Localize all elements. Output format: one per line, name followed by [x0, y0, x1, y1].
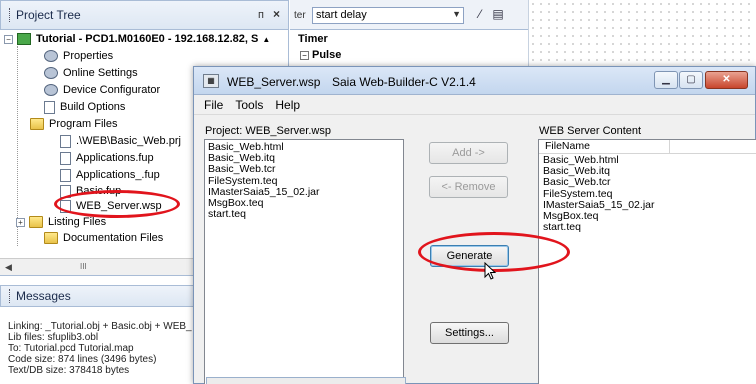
tree-item-build-options[interactable]: Build Options	[44, 99, 125, 115]
mouse-cursor-icon	[484, 262, 497, 280]
tree-item-label: Basic.fup	[76, 185, 122, 197]
window-file-title: WEB_Server.wsp	[227, 75, 321, 89]
library-panel: Timer − Pulse	[290, 30, 528, 70]
tree-item-listing-files[interactable]: + Listing Files	[16, 214, 106, 230]
tree-item-label: Documentation Files	[63, 232, 164, 244]
tree-item-label: Listing Files	[48, 216, 107, 228]
message-line: Code size: 874 lines (3496 bytes)	[8, 354, 157, 365]
menu-help[interactable]: Help	[275, 98, 300, 112]
tree-item-label: Online Settings	[63, 67, 138, 79]
tree-item-label: WEB_Server.wsp	[76, 200, 162, 212]
tree-item-program-files[interactable]: Program Files	[30, 116, 117, 132]
tree-item-label: .\WEB\Basic_Web.prj	[76, 135, 181, 147]
file-icon	[60, 168, 71, 182]
web-builder-window: ▦ WEB_Server.wsp Saia Web-Builder-C V2.1…	[193, 66, 756, 384]
tree-item-label: Build Options	[60, 101, 126, 113]
file-icon	[60, 134, 71, 148]
project-label: Project: WEB_Server.wsp	[205, 125, 331, 137]
library-filter-bar: ter start delay ▼ ⁄ ▤	[290, 0, 528, 30]
menu-tools[interactable]: Tools	[235, 98, 263, 112]
tree-item-label: Device Configurator	[63, 84, 161, 96]
tree-item-applications-fup[interactable]: Applications.fup	[60, 150, 154, 166]
tree-item-project[interactable]: − Tutorial - PCD1.M0160E0 - 192.168.12.8…	[4, 31, 270, 47]
scroll-thumb[interactable]: III	[80, 262, 87, 271]
collapse-icon[interactable]: −	[300, 51, 309, 60]
message-line: Linking: _Tutorial.obj + Basic.obj + WEB…	[8, 321, 192, 332]
project-file-list[interactable]: Basic_Web.html Basic_Web.itq Basic_Web.t…	[204, 139, 404, 384]
scroll-up-icon[interactable]: ▲	[262, 35, 270, 44]
tree-item-basic-fup[interactable]: Basic.fup	[60, 183, 121, 199]
menu-file[interactable]: File	[204, 98, 223, 112]
expand-icon[interactable]: +	[16, 217, 25, 227]
filter-value: start delay	[316, 9, 367, 21]
file-icon	[60, 151, 71, 165]
tree-item-properties[interactable]: Properties	[44, 48, 113, 64]
settings-button[interactable]: Settings...	[430, 322, 509, 344]
list-item[interactable]: start.teq	[205, 209, 403, 220]
message-line: To: Tutorial.pcd Tutorial.map	[8, 343, 134, 354]
tree-item-basic-web-prj[interactable]: .\WEB\Basic_Web.prj	[60, 133, 181, 149]
column-header[interactable]: FileName	[539, 140, 756, 154]
library-item-label: Pulse	[312, 49, 342, 61]
folder-icon	[44, 232, 58, 244]
online-settings-icon	[44, 67, 58, 79]
filter-label: ter	[294, 10, 306, 21]
controller-icon	[17, 33, 31, 45]
folder-open-icon	[30, 118, 44, 130]
project-tree-header: Project Tree ᴨ ×	[0, 0, 289, 30]
close-panel-button[interactable]: ×	[273, 7, 280, 21]
dropdown-arrow-icon[interactable]: ▼	[452, 9, 461, 19]
close-button[interactable]: ✕	[705, 71, 748, 89]
properties-icon	[44, 50, 58, 62]
list-item[interactable]: start.teq	[539, 222, 756, 233]
build-options-icon	[44, 100, 55, 114]
eraser-icon[interactable]: ⁄	[472, 7, 488, 23]
web-content-list[interactable]: FileName Basic_Web.html Basic_Web.itq Ba…	[538, 139, 756, 384]
project-tree-title: Project Tree	[16, 8, 81, 22]
column-filename[interactable]: FileName	[545, 140, 670, 153]
filter-combo[interactable]: start delay ▼	[312, 7, 464, 24]
scroll-left-icon[interactable]: ◀	[5, 262, 12, 273]
add-button[interactable]: Add ->	[429, 142, 508, 164]
tree-item-applications-underscore-fup[interactable]: Applications_.fup	[60, 167, 160, 183]
device-configurator-icon	[44, 84, 58, 96]
tree-item-label: Program Files	[49, 118, 118, 130]
tree-item-documentation-files[interactable]: Documentation Files	[44, 230, 163, 246]
web-content-label: WEB Server Content	[539, 125, 642, 137]
pin-icon[interactable]: ᴨ	[258, 9, 264, 21]
library-group-title: Timer	[298, 33, 328, 45]
remove-button[interactable]: <- Remove	[429, 176, 508, 198]
messages-title: Messages	[16, 289, 71, 303]
tree-item-label: Applications.fup	[76, 152, 154, 164]
app-icon: ▦	[203, 74, 219, 88]
file-icon	[60, 199, 71, 213]
list-item[interactable]: Basic_Web.tcr	[539, 177, 756, 188]
message-line: Text/DB size: 378418 bytes	[8, 365, 130, 376]
message-line: Lib files: sfuplib3.obl	[8, 332, 99, 343]
panel-grip[interactable]	[9, 289, 12, 303]
maximize-button[interactable]: ▢	[679, 71, 703, 89]
folder-icon	[29, 216, 43, 228]
menu-bar: File Tools Help	[194, 95, 755, 115]
window-app-title: Saia Web-Builder-C V2.1.4	[332, 75, 476, 89]
tree-item-label: Properties	[63, 50, 114, 62]
file-icon	[60, 184, 71, 198]
tree-item-online-settings[interactable]: Online Settings	[44, 65, 138, 81]
window-titlebar[interactable]: ▦ WEB_Server.wsp Saia Web-Builder-C V2.1…	[194, 67, 755, 95]
tree-item-label: Applications_.fup	[76, 169, 160, 181]
fupla-canvas[interactable]	[528, 0, 756, 66]
list-item[interactable]: Basic_Web.tcr	[205, 164, 403, 175]
collapse-icon[interactable]: −	[4, 34, 13, 44]
options-icon[interactable]: ▤	[490, 7, 506, 23]
status-strip	[206, 377, 406, 384]
panel-grip[interactable]	[9, 8, 12, 22]
library-item-pulse[interactable]: − Pulse	[300, 49, 341, 61]
tree-item-label: Tutorial - PCD1.M0160E0 - 192.168.12.82,…	[36, 33, 259, 45]
tree-item-device-configurator[interactable]: Device Configurator	[44, 82, 160, 98]
minimize-button[interactable]: ▁	[654, 71, 678, 89]
tree-item-web-server-wsp[interactable]: WEB_Server.wsp	[60, 198, 162, 214]
